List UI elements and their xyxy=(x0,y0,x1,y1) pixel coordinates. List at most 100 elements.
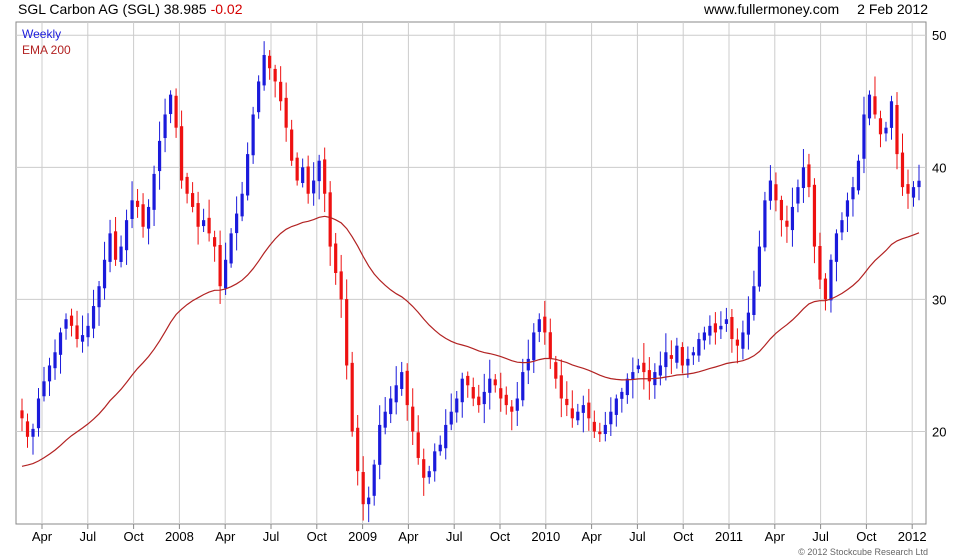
x-tick-label: Jul xyxy=(446,529,463,544)
candle-body xyxy=(301,167,305,184)
legend-interval: Weekly xyxy=(22,27,61,41)
candle-body xyxy=(724,319,728,324)
candle-body xyxy=(587,402,591,419)
candle-body xyxy=(735,339,739,346)
candle-body xyxy=(499,388,503,399)
candle-body xyxy=(829,259,833,301)
candle-body xyxy=(702,332,706,341)
candle-body xyxy=(86,325,90,338)
candle-body xyxy=(372,464,376,496)
candle-body xyxy=(53,352,57,369)
candle-body xyxy=(807,164,811,188)
x-tick-label: Apr xyxy=(581,529,602,544)
candle-body xyxy=(168,94,173,115)
candle-body xyxy=(262,55,266,86)
candle-body xyxy=(229,233,233,264)
candle xyxy=(763,191,767,252)
y-tick-label: 30 xyxy=(932,292,946,307)
candle-body xyxy=(515,398,519,411)
candle-body xyxy=(746,312,751,335)
candle-body xyxy=(207,217,211,234)
candle-body xyxy=(69,315,74,326)
candle-body xyxy=(801,167,806,189)
candle-body xyxy=(856,160,861,191)
candle-body xyxy=(323,159,327,194)
candle-body xyxy=(367,497,371,505)
candle-body xyxy=(620,391,624,399)
candle-body xyxy=(631,372,635,380)
candle-body xyxy=(416,432,420,458)
candle-body xyxy=(878,118,883,135)
candle-body xyxy=(636,365,640,370)
candle-body xyxy=(785,220,789,227)
x-tick-label: Jul xyxy=(812,529,829,544)
candle-body xyxy=(889,101,894,128)
candle-body xyxy=(20,410,24,419)
candle-body xyxy=(433,451,437,472)
candle-body xyxy=(510,406,514,412)
candle-body xyxy=(350,362,354,432)
price-chart: 20 30 40 50 Apr Jul Oct 2008 Apr Jul Oct 2009 Apr Ju… xyxy=(15,21,946,557)
candle-body xyxy=(691,352,695,356)
candle-body xyxy=(895,104,899,155)
candle-body xyxy=(576,411,580,421)
candle-body xyxy=(273,68,277,82)
candle-body xyxy=(570,408,574,419)
candle-body xyxy=(202,220,206,227)
candle-body xyxy=(317,160,321,182)
candle-body xyxy=(339,271,343,300)
x-tick-label: 2012 xyxy=(898,529,927,544)
candle-body xyxy=(625,378,629,396)
candle-body xyxy=(64,319,68,329)
candle-body xyxy=(174,95,178,128)
candle-body xyxy=(284,97,288,128)
candle-body xyxy=(680,347,684,366)
candle-body xyxy=(603,424,607,434)
candle-body xyxy=(455,398,459,413)
x-tick-label: Oct xyxy=(856,529,877,544)
x-tick-label: 2011 xyxy=(715,529,743,544)
candle-body xyxy=(818,246,822,280)
candle-body xyxy=(400,372,404,389)
candle xyxy=(350,351,354,437)
y-tick-label: 50 xyxy=(932,28,946,43)
candle-body xyxy=(119,246,123,262)
candle-body xyxy=(796,187,800,204)
x-tick-label: 2008 xyxy=(165,529,194,544)
candle-body xyxy=(356,427,360,472)
x-tick-label: 2010 xyxy=(531,529,560,544)
candle-body xyxy=(812,184,817,247)
candle-body xyxy=(438,444,442,452)
candle-body xyxy=(58,332,63,355)
candle-body xyxy=(823,278,828,300)
candle-body xyxy=(647,370,651,382)
candle-body xyxy=(130,200,134,219)
candle-body xyxy=(592,421,596,432)
candle-body xyxy=(224,259,228,289)
candle-body xyxy=(411,406,415,432)
candle-body xyxy=(394,385,398,403)
candle-body xyxy=(196,203,200,227)
candle-body xyxy=(477,396,481,406)
candle-body xyxy=(581,405,585,413)
candle-body xyxy=(741,332,745,349)
candle-body xyxy=(532,332,536,361)
candle-body xyxy=(867,94,872,119)
candle-body xyxy=(444,424,448,449)
candle-body xyxy=(279,81,283,102)
candle-body xyxy=(917,180,921,188)
plot-area xyxy=(15,21,927,525)
x-tick-label: Jul xyxy=(79,529,96,544)
candle-body xyxy=(190,193,195,207)
candle-body xyxy=(719,325,723,330)
candle-body xyxy=(559,375,563,399)
x-tick-label: Oct xyxy=(673,529,694,544)
y-axis: 20 30 40 50 xyxy=(932,28,946,439)
candle-body xyxy=(135,200,140,207)
candle-body xyxy=(312,180,316,194)
candle-body xyxy=(246,154,250,196)
candle-body xyxy=(466,375,470,386)
candle-body xyxy=(488,378,492,393)
candle-body xyxy=(779,199,784,221)
x-tick-label: Oct xyxy=(123,529,144,544)
